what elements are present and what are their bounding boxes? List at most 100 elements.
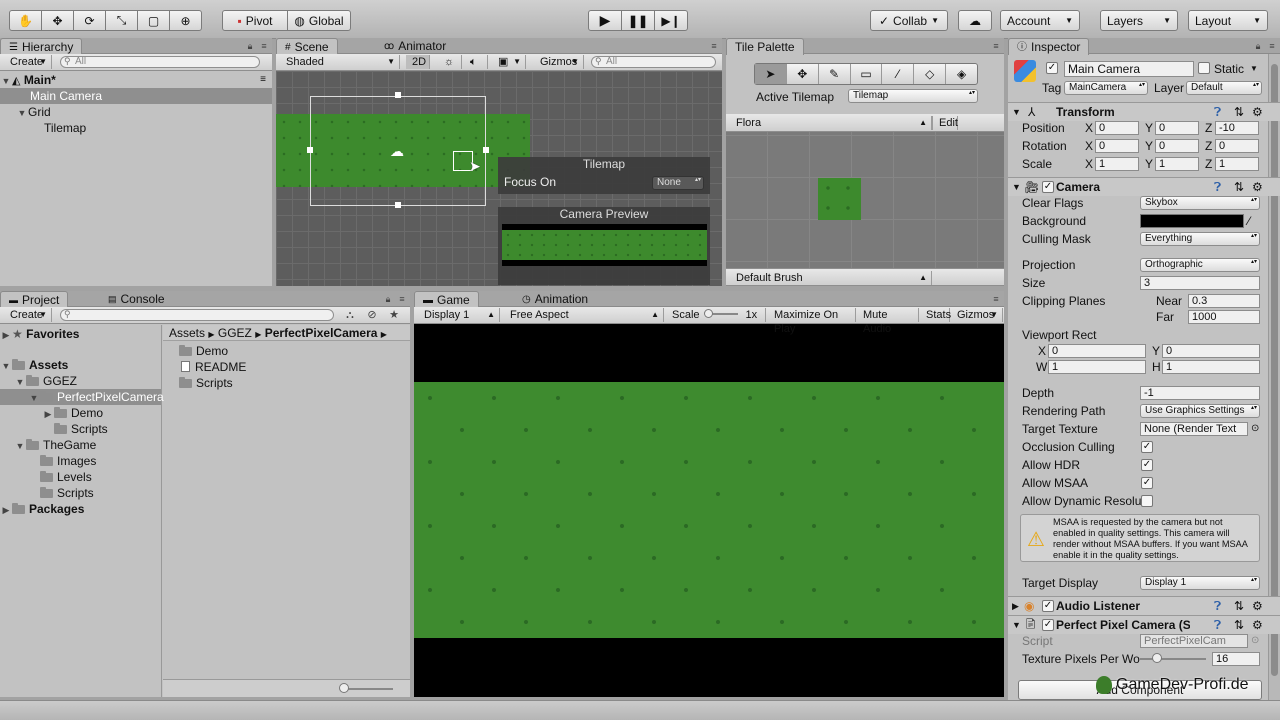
lock-icon[interactable]: 🔒︎ [382,293,394,305]
eraser-icon[interactable]: ◇ [913,64,945,84]
tab-hierarchy[interactable]: ☰ Hierarchy [0,38,83,55]
shading-dropdown[interactable]: Shaded ▼ [280,55,400,69]
active-tilemap-dropdown[interactable]: Tilemap [848,89,978,103]
hierarchy-search-input[interactable]: All [60,56,260,68]
tree-item-levels[interactable]: Levels [0,469,161,485]
cloud-button[interactable]: ☁ [958,10,992,31]
culling-mask-dropdown[interactable]: Everything [1140,232,1260,246]
collapsed-triangle-icon[interactable]: ▶ [0,502,12,518]
expanded-triangle-icon[interactable]: ▼ [16,105,28,121]
expanded-triangle-icon[interactable]: ▼ [14,374,26,390]
effects-dropdown[interactable]: ▣ ▼ [492,55,526,69]
menu-icon[interactable]: ≡ [396,293,408,305]
game-view-grass[interactable] [414,382,1004,638]
rotate-tool-icon[interactable]: ⟳ [73,10,106,31]
file-item-scripts[interactable]: Scripts [163,375,410,391]
tree-item-assets[interactable]: ▼ Assets [0,357,161,373]
audio-listener-header[interactable]: ▶ ◉ ✓ Audio Listener ❓︎ ⇅ ⚙ [1008,596,1280,615]
scale-slider[interactable]: Scale 1x [666,308,766,322]
hierarchy-create-button[interactable]: Create ▼ [4,55,52,69]
expanded-triangle-icon[interactable]: ▼ [1012,617,1021,633]
background-color-swatch[interactable] [1140,214,1244,228]
hand-tool-icon[interactable]: ✋ [9,10,42,31]
gear-icon[interactable]: ⚙ [1252,179,1263,195]
far-field[interactable]: 1000 [1188,310,1260,324]
tree-item-packages[interactable]: ▶ Packages [0,501,161,517]
size-field[interactable]: 3 [1140,276,1260,290]
layer-dropdown[interactable]: Default [1186,81,1262,95]
projection-dropdown[interactable]: Orthographic [1140,258,1260,272]
rotation-y-field[interactable]: 0 [1155,139,1199,153]
preset-icon[interactable]: ⇅ [1234,104,1244,120]
fill-bucket-icon[interactable]: ◈ [945,64,977,84]
preset-icon[interactable]: ⇅ [1234,617,1244,633]
breadcrumb-perfectpixelcamera[interactable]: PerfectPixelCamera [265,326,378,340]
project-search-input[interactable] [60,309,334,321]
help-icon[interactable]: ❓︎ [1214,598,1221,614]
active-checkbox[interactable]: ✓ [1046,62,1058,74]
tab-scene[interactable]: # Scene [276,38,338,55]
object-picker-icon[interactable]: ⊙ [1251,421,1259,437]
gear-icon[interactable]: ⚙ [1252,104,1263,120]
tree-item-grid[interactable]: ▼ Grid [0,104,272,120]
allow-msaa-checkbox[interactable]: ✓ [1141,477,1153,489]
transform-tool-icon[interactable]: ⊕ [169,10,202,31]
menu-icon[interactable]: ≡ [990,40,1002,52]
collab-dropdown[interactable]: ✓ Collab ▼ [870,10,948,31]
rect-tool-icon[interactable]: ▢ [137,10,170,31]
maximize-on-play-toggle[interactable]: Maximize On Play [768,308,856,335]
allow-dynamic-resolution-checkbox[interactable] [1141,495,1153,507]
scrollbar-thumb[interactable] [1271,64,1278,676]
move-tool-icon[interactable]: ✥ [785,64,818,84]
static-checkbox[interactable] [1198,62,1210,74]
tab-tile-palette[interactable]: Tile Palette [726,38,804,55]
stats-toggle[interactable]: Stats [920,308,951,322]
allow-hdr-checkbox[interactable]: ✓ [1141,459,1153,471]
expanded-triangle-icon[interactable]: ▼ [0,358,12,374]
tree-item-scene[interactable]: ▼ ◭ Main* ≡ [0,72,272,88]
project-create-button[interactable]: Create ▼ [4,308,52,322]
step-button[interactable]: ▶❙ [654,10,688,31]
preset-icon[interactable]: ⇅ [1234,598,1244,614]
tab-inspector[interactable]: ⓘ Inspector [1008,38,1090,55]
lighting-toggle[interactable]: ☼ [438,55,462,69]
scale-x-field[interactable]: 1 [1095,157,1139,171]
gizmos-dropdown[interactable]: Gizmos ▼ [534,55,584,69]
aspect-dropdown[interactable]: Free Aspect ▲ [504,308,664,322]
palette-edit-button[interactable]: Edit [932,116,958,130]
handle[interactable] [395,202,401,208]
position-x-field[interactable]: 0 [1095,121,1139,135]
scene-search-input[interactable]: All [591,56,716,68]
picker-icon[interactable]: ⁄ [881,64,913,84]
camera-header[interactable]: ▼ 🎥︎ ✓ Camera ❓︎ ⇅ ⚙ [1008,177,1280,196]
tppw-slider-track[interactable] [1140,658,1206,660]
occlusion-culling-checkbox[interactable]: ✓ [1141,441,1153,453]
position-y-field[interactable]: 0 [1155,121,1199,135]
gear-icon[interactable]: ⚙ [1252,617,1263,633]
position-z-field[interactable]: -10 [1215,121,1259,135]
ppc-header[interactable]: ▼ 📄︎ ✓ Perfect Pixel Camera (S ❓︎ ⇅ ⚙ [1008,615,1280,634]
play-button[interactable]: ▶ [588,10,622,31]
target-display-dropdown[interactable]: Display 1 [1140,576,1260,590]
tppw-slider-thumb[interactable] [1152,653,1162,663]
layout-dropdown[interactable]: Layout ▼ [1188,10,1268,31]
global-button[interactable]: ◍ Global [287,10,351,31]
tppw-field[interactable]: 16 [1212,652,1260,666]
clear-flags-dropdown[interactable]: Skybox [1140,196,1260,210]
paint-brush-icon[interactable]: ✎ [817,64,850,84]
collapsed-triangle-icon[interactable]: ▶ [42,406,54,422]
help-icon[interactable]: ❓︎ [1214,617,1221,633]
tag-dropdown[interactable]: MainCamera [1064,81,1148,95]
scene-viewport[interactable]: ☁ ➤ Tilemap Focus On None Camera Preview [276,71,722,286]
menu-icon[interactable]: ≡ [990,293,1002,305]
palette-grid[interactable] [726,132,1004,268]
handle[interactable] [483,147,489,153]
file-item-demo[interactable]: Demo [163,343,410,359]
file-item-readme[interactable]: README [163,359,410,375]
tree-item-ggez[interactable]: ▼ GGEZ [0,373,161,389]
tree-item-thegame[interactable]: ▼ TheGame [0,437,161,453]
breadcrumb-assets[interactable]: Assets [169,326,205,340]
2d-toggle[interactable]: 2D [406,55,430,69]
viewport-h-field[interactable]: 1 [1162,360,1260,374]
expanded-triangle-icon[interactable]: ▼ [28,390,40,406]
